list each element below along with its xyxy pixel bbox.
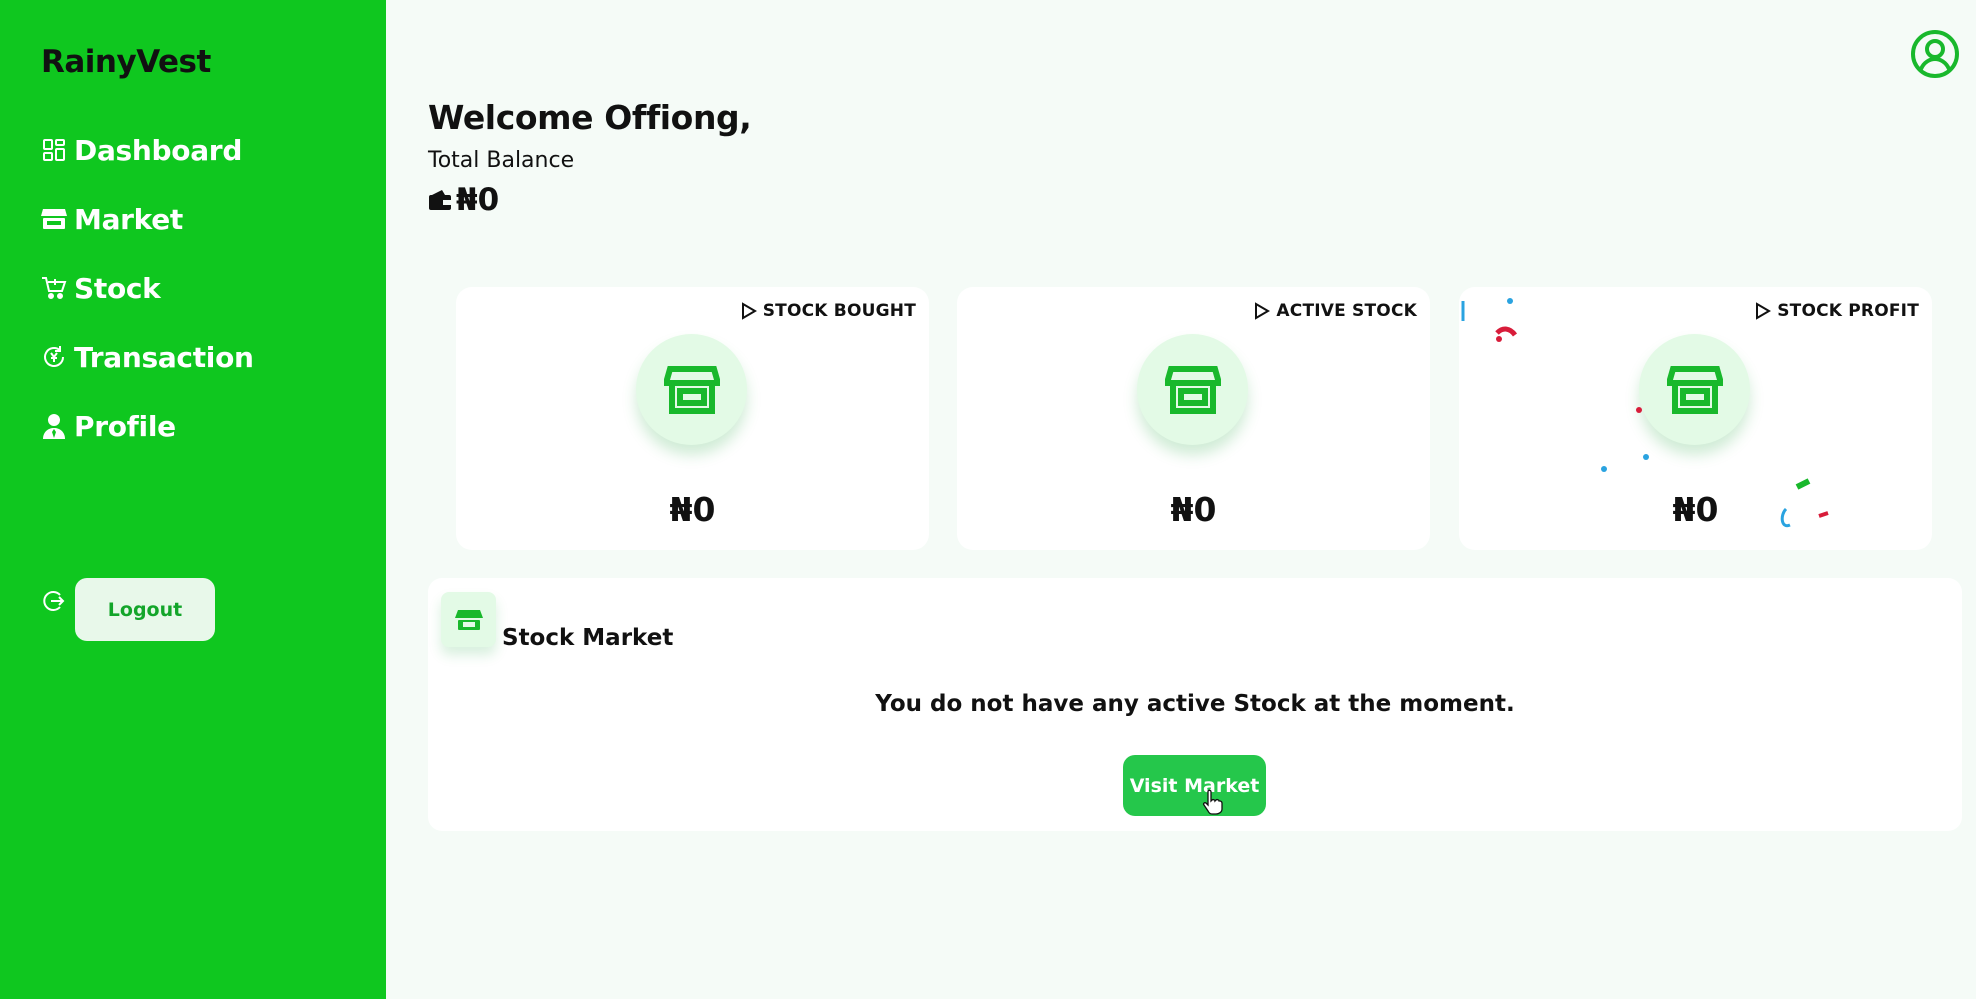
sidebar-item-stock[interactable]: Stock	[41, 268, 161, 308]
stock-market-title: Stock Market	[502, 625, 674, 651]
store-icon	[41, 206, 67, 232]
active-stock-card: ACTIVE STOCK ₦0	[957, 287, 1430, 550]
user-icon	[41, 413, 67, 439]
stat-card-label: STOCK BOUGHT	[762, 301, 916, 321]
stat-card-header[interactable]: ACTIVE STOCK	[1254, 301, 1417, 321]
sidebar-item-label: Market	[74, 202, 184, 236]
account-avatar-button[interactable]	[1910, 29, 1960, 79]
empty-state-message: You do not have any active Stock at the …	[875, 691, 1515, 717]
store-icon	[454, 609, 483, 630]
balance-row: ₦0	[428, 182, 499, 218]
sidebar-item-transaction[interactable]: Transaction	[41, 337, 254, 377]
stat-card-header[interactable]: STOCK PROFIT	[1755, 301, 1919, 321]
sidebar: RainyVest Dashboard Market Stock Transac…	[0, 0, 386, 999]
sidebar-item-label: Profile	[74, 409, 176, 443]
stat-circle	[1137, 334, 1248, 445]
wallet-icon	[428, 188, 452, 212]
stock-market-panel: Stock Market You do not have any active …	[428, 578, 1962, 831]
welcome-heading: Welcome Offiong,	[428, 98, 752, 137]
play-icon	[741, 302, 757, 320]
sidebar-item-dashboard[interactable]: Dashboard	[41, 130, 242, 170]
stat-value: ₦0	[669, 490, 716, 529]
sidebar-item-label: Stock	[74, 271, 161, 305]
stat-value: ₦0	[1170, 490, 1217, 529]
cart-icon	[41, 275, 67, 301]
stock-bought-card: STOCK BOUGHT ₦0	[456, 287, 929, 550]
dashboard-icon	[41, 137, 67, 163]
stat-card-label: ACTIVE STOCK	[1276, 301, 1417, 321]
stat-circle	[636, 334, 747, 445]
transaction-icon	[41, 344, 67, 370]
logout-icon	[41, 589, 67, 615]
sidebar-item-profile[interactable]: Profile	[41, 406, 176, 446]
sidebar-item-label: Dashboard	[74, 133, 243, 167]
play-icon	[1255, 302, 1271, 320]
store-icon	[1666, 365, 1723, 414]
stat-circle	[1639, 334, 1750, 445]
stat-card-header[interactable]: STOCK BOUGHT	[741, 301, 916, 321]
stat-value: ₦0	[1672, 490, 1719, 529]
logout-button[interactable]: Logout	[75, 578, 215, 641]
brand-logo[interactable]: RainyVest	[41, 44, 211, 80]
visit-market-button[interactable]: Visit Market	[1123, 755, 1266, 816]
market-icon-box	[441, 592, 496, 647]
play-icon	[1756, 302, 1772, 320]
sidebar-item-market[interactable]: Market	[41, 199, 183, 239]
stat-card-label: STOCK PROFIT	[1777, 301, 1919, 321]
store-icon	[1164, 365, 1221, 414]
stock-profit-card: STOCK PROFIT ₦0	[1459, 287, 1932, 550]
balance-value: ₦0	[456, 182, 500, 218]
store-icon	[663, 365, 720, 414]
balance-label: Total Balance	[428, 148, 575, 173]
sidebar-item-label: Transaction	[74, 340, 254, 374]
